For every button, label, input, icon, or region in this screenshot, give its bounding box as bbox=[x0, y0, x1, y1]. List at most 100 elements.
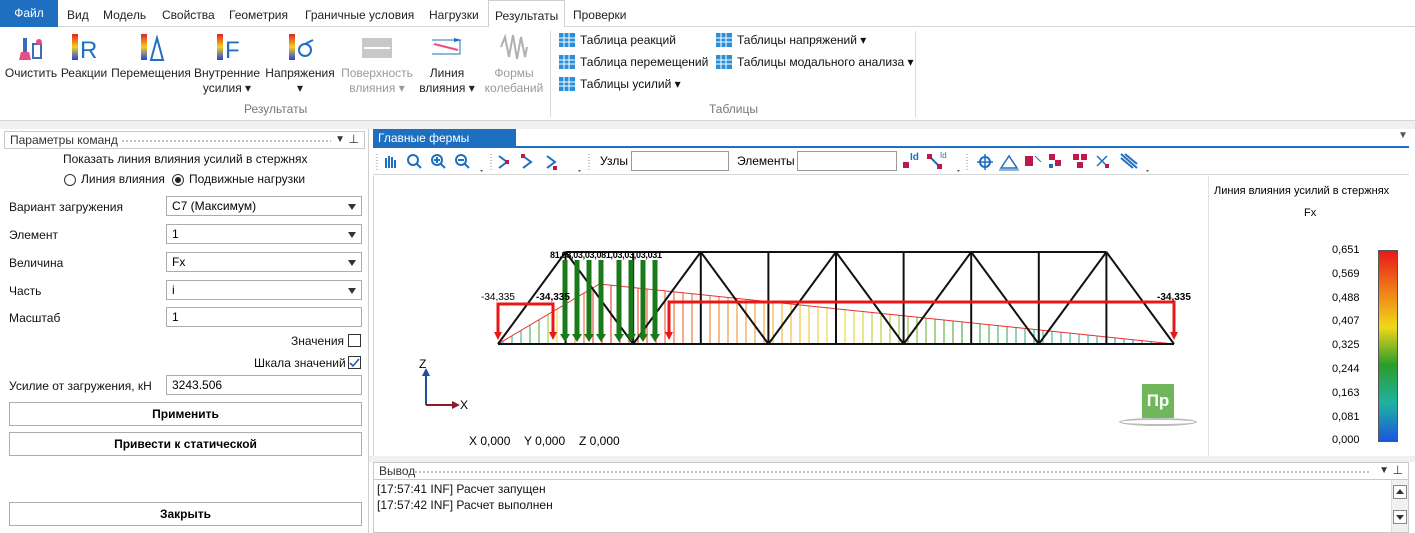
supports-icon bbox=[977, 154, 993, 170]
menu-results[interactable]: Результаты bbox=[488, 0, 566, 28]
values-label: Значения bbox=[291, 334, 345, 348]
scrollbar[interactable] bbox=[1391, 480, 1408, 532]
log-line: [17:57:42 INF] Расчет выполнен bbox=[377, 498, 553, 512]
table-forces[interactable]: Таблицы усилий ▾ bbox=[559, 74, 719, 94]
mode-shapes-button[interactable]: Формы колебаний bbox=[482, 30, 546, 100]
coord-z: Z 0,000 bbox=[579, 434, 620, 448]
legend-value: 0,651 bbox=[1332, 244, 1360, 256]
radio-moving-loads[interactable] bbox=[172, 174, 184, 186]
panel-title: Параметры команд bbox=[10, 133, 118, 147]
svg-text:Id: Id bbox=[910, 152, 919, 163]
load-values: 81,03,03,03,081,03,03,03,031 bbox=[550, 250, 662, 260]
hinges-icon bbox=[1049, 154, 1061, 168]
legend-color-bar bbox=[1378, 250, 1398, 442]
load-case-label: Вариант загружения bbox=[9, 200, 123, 214]
menu-checks[interactable]: Проверки bbox=[573, 0, 627, 27]
left-mid-value: -34,335 bbox=[536, 292, 570, 303]
pin-icon[interactable]: ⊥ bbox=[1393, 462, 1403, 478]
menu-boundary[interactable]: Граничные условия bbox=[305, 0, 414, 27]
element-combo[interactable]: 1 bbox=[166, 224, 362, 244]
ribbon-separator bbox=[915, 31, 916, 117]
internal-forces-button[interactable]: F Внутренние усилия ▾ bbox=[193, 30, 261, 100]
view-tab[interactable]: Главные фермы плоская bbox=[373, 129, 516, 163]
radio-influence-line-label: Линия влияния bbox=[81, 172, 165, 186]
scale-input[interactable]: 1 bbox=[166, 307, 362, 327]
dropdown-icon[interactable]: ▼ bbox=[1379, 463, 1389, 479]
mode-shapes-icon bbox=[500, 33, 528, 60]
chevron-down-icon bbox=[348, 232, 356, 238]
nodes-input[interactable] bbox=[631, 151, 729, 171]
displacements-button[interactable]: Перемещения bbox=[110, 30, 192, 100]
legend-title: Линия влияния усилий в стержнях bbox=[1214, 185, 1390, 197]
apply-button[interactable]: Применить bbox=[9, 402, 362, 426]
part-combo[interactable]: i bbox=[166, 280, 362, 300]
menu-file[interactable]: Файл bbox=[0, 0, 58, 27]
table-displacements[interactable]: Таблица перемещений bbox=[559, 52, 719, 72]
stresses-button[interactable]: Напряжения ▾ bbox=[264, 30, 336, 100]
node-id-icon: Id bbox=[903, 152, 919, 168]
log-line: [17:57:41 INF] Расчет запущен bbox=[377, 482, 546, 496]
model-viewport[interactable]: X 0,000 Y 0,000 Z 0,000 Z X -34,335 -34,… bbox=[373, 176, 1208, 456]
clear-button[interactable]: Очистить bbox=[4, 30, 58, 100]
coord-y: Y 0,000 bbox=[524, 434, 566, 448]
diagonal-member bbox=[767, 251, 837, 345]
scroll-up-button[interactable] bbox=[1393, 485, 1407, 499]
force-input[interactable]: 3243.506 bbox=[166, 375, 362, 395]
legend-value: 0,163 bbox=[1332, 386, 1360, 399]
select-node-icon bbox=[498, 155, 509, 169]
values-checkbox[interactable] bbox=[348, 334, 361, 347]
loads-display-icon bbox=[1025, 155, 1042, 166]
arrow-up-icon bbox=[1396, 489, 1404, 494]
chevron-down-icon bbox=[348, 204, 356, 210]
legend-value: 0,081 bbox=[1332, 410, 1360, 423]
fixity-icon bbox=[999, 154, 1019, 171]
reactions-button[interactable]: R Реакции bbox=[60, 30, 108, 100]
axle-load-arrow bbox=[614, 334, 624, 342]
element-id-icon: Id bbox=[927, 151, 947, 169]
load-case-combo[interactable]: C7 (Максимум) bbox=[166, 196, 362, 216]
diagonal-member bbox=[1037, 251, 1108, 345]
select-all-icon bbox=[546, 155, 557, 170]
radio-influence-line[interactable] bbox=[64, 174, 76, 186]
table-modal[interactable]: Таблицы модального анализа ▾ bbox=[716, 52, 914, 72]
part-label: Часть bbox=[9, 284, 42, 298]
displacements-icon bbox=[141, 34, 165, 61]
menu-view[interactable]: Вид bbox=[67, 0, 89, 27]
tables-group-label: Таблицы bbox=[709, 102, 759, 116]
logo-ring bbox=[1119, 418, 1197, 426]
menu-model[interactable]: Модель bbox=[103, 0, 146, 27]
sections-icon bbox=[1073, 154, 1087, 168]
axle-load-arrow bbox=[560, 334, 570, 342]
logo: Пр bbox=[1142, 384, 1174, 418]
menu-geometry[interactable]: Геометрия bbox=[229, 0, 288, 27]
elements-input[interactable] bbox=[797, 151, 897, 171]
elements-label: Элементы bbox=[737, 154, 795, 168]
menu-loads[interactable]: Нагрузки bbox=[429, 0, 479, 27]
output-title: Вывод bbox=[379, 464, 416, 478]
force-label: Усилие от загружения, кН bbox=[9, 379, 152, 393]
close-button[interactable]: Закрыть bbox=[9, 502, 362, 526]
axis-x-arrow bbox=[452, 401, 460, 409]
mesh-icon bbox=[1120, 153, 1138, 169]
view-menu-icon[interactable]: ▼ bbox=[1398, 130, 1408, 141]
load-arrow bbox=[665, 332, 673, 340]
axle-load-arrow bbox=[650, 334, 660, 342]
scale-label: Масштаб bbox=[9, 311, 61, 325]
zoom-out-icon bbox=[455, 154, 470, 169]
table-stresses[interactable]: Таблицы напряжений ▾ bbox=[716, 30, 906, 50]
scale-values-checkbox[interactable] bbox=[348, 356, 361, 369]
pin-icon[interactable]: ⊥ bbox=[349, 131, 359, 147]
zoom-window-icon bbox=[407, 154, 422, 169]
display-tools-icons: Id Id bbox=[903, 151, 1149, 172]
table-reactions[interactable]: Таблица реакций bbox=[559, 30, 719, 50]
axle-load-arrow bbox=[596, 334, 606, 342]
axis-z-label: Z bbox=[419, 357, 427, 371]
to-static-button[interactable]: Привести к статической bbox=[9, 432, 362, 456]
scroll-down-button[interactable] bbox=[1393, 510, 1407, 524]
influence-line-button[interactable]: Линия влияния ▾ bbox=[418, 30, 476, 100]
quantity-combo[interactable]: Fx bbox=[166, 252, 362, 272]
view-tools-icons bbox=[376, 154, 590, 172]
dropdown-icon[interactable]: ▼ bbox=[335, 132, 345, 148]
influence-surface-button[interactable]: Поверхность влияния ▾ bbox=[338, 30, 416, 100]
menu-properties[interactable]: Свойства bbox=[162, 0, 215, 27]
